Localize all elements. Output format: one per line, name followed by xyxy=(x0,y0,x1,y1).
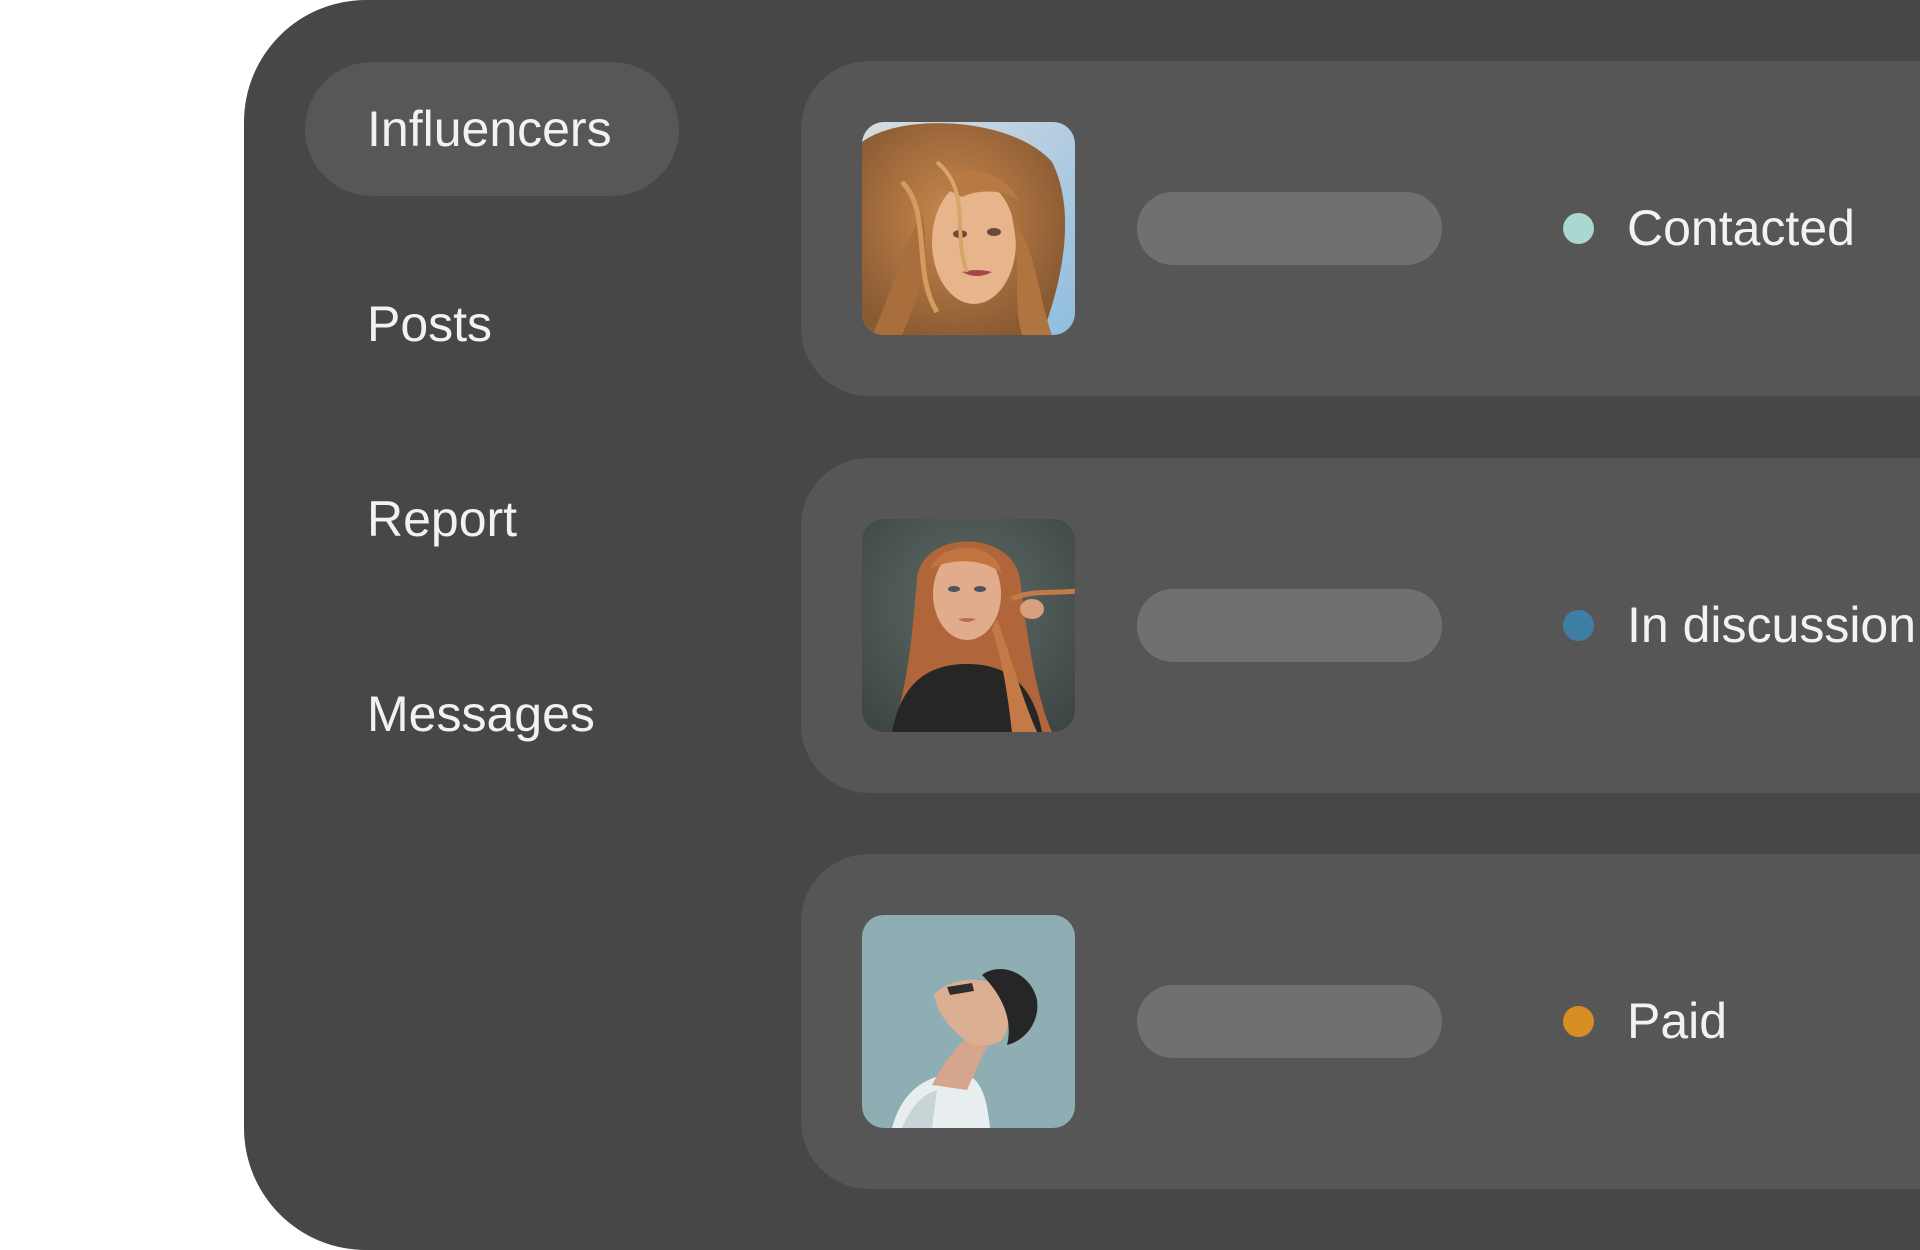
sidebar-item-messages[interactable]: Messages xyxy=(305,647,679,781)
status-label: Contacted xyxy=(1627,200,1855,256)
influencer-card[interactable]: In discussion xyxy=(801,458,1920,793)
sidebar: Influencers Posts Report Messages xyxy=(244,0,764,1250)
name-placeholder xyxy=(1137,589,1442,662)
status-dot-icon xyxy=(1563,1005,1594,1037)
sidebar-item-label: Messages xyxy=(367,686,595,742)
sidebar-item-label: Posts xyxy=(367,296,493,352)
influencer-card[interactable]: Contacted xyxy=(801,61,1920,396)
status-badge: Contacted xyxy=(1563,183,1855,273)
woman-long-red-hair-photo xyxy=(862,519,1075,732)
status-badge: Paid xyxy=(1563,976,1727,1066)
sidebar-item-influencers[interactable]: Influencers xyxy=(305,62,679,196)
sidebar-item-report[interactable]: Report xyxy=(305,452,679,586)
status-label: Paid xyxy=(1627,993,1728,1049)
name-placeholder xyxy=(1137,985,1442,1058)
name-placeholder xyxy=(1137,192,1442,265)
sidebar-item-label: Influencers xyxy=(367,101,612,157)
influencer-list: Contacted In discussion Paid xyxy=(801,0,1920,1250)
app-window: Influencers Posts Report Messages Contac… xyxy=(244,0,1920,1250)
status-badge: In discussion xyxy=(1563,580,1916,670)
status-dot-icon xyxy=(1563,212,1594,244)
sidebar-item-posts[interactable]: Posts xyxy=(305,257,679,391)
woman-wavy-blonde-hair-photo xyxy=(862,122,1075,335)
influencer-card[interactable]: Paid xyxy=(801,854,1920,1189)
man-profile-looking-up-photo xyxy=(862,915,1075,1128)
avatar xyxy=(862,519,1075,732)
status-label: In discussion xyxy=(1627,597,1917,653)
status-dot-icon xyxy=(1563,609,1594,641)
avatar xyxy=(862,915,1075,1128)
avatar xyxy=(862,122,1075,335)
sidebar-item-label: Report xyxy=(367,491,518,547)
